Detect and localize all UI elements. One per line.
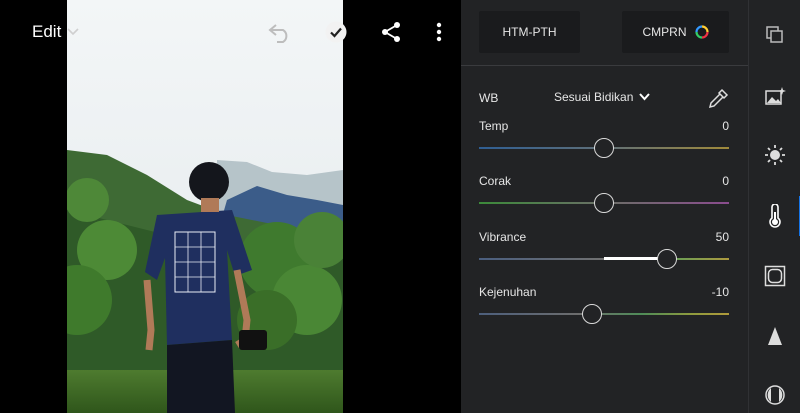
saturation-thumb[interactable] [581,304,602,324]
tint-thumb[interactable] [594,193,614,213]
chevron-down-icon [639,93,651,101]
effects-icon[interactable] [761,262,789,290]
vibrance-label: Vibrance [479,230,527,244]
vibrance-thumb[interactable] [656,249,677,269]
share-icon[interactable] [377,18,405,46]
undo-icon[interactable] [266,18,294,46]
wb-label: WB [479,91,499,105]
temp-label: Temp [479,119,509,133]
temp-slider[interactable]: Temp 0 [479,119,729,159]
saturation-value: -10 [711,285,729,299]
white-balance-row: WB Sesuai Bidikan [479,88,729,110]
enhance-photo-icon[interactable] [761,82,789,110]
saturation-track [479,313,729,315]
temp-value: 0 [722,119,729,133]
color-wheel-icon [694,25,709,39]
layers-icon[interactable] [761,21,789,49]
cmprn-label: CMPRN [642,25,687,39]
chevron-down-icon [67,28,79,36]
vibrance-slider[interactable]: Vibrance 50 [479,230,729,270]
panel-divider [461,65,748,66]
light-icon[interactable] [761,141,789,169]
wb-preset-value: Sesuai Bidikan [554,90,634,104]
tint-value: 0 [722,174,729,188]
more-icon[interactable] [425,18,453,46]
cmprn-button[interactable]: CMPRN [622,11,729,53]
vibrance-value: 50 [715,230,729,244]
detail-icon[interactable] [761,322,789,350]
saturation-slider[interactable]: Kejenuhan -10 [479,285,729,325]
edit-label: Edit [32,22,62,41]
tint-slider[interactable]: Corak 0 [479,174,729,214]
top-toolbar: Edit [0,0,461,64]
color-temperature-icon[interactable] [761,202,789,230]
wb-preset-dropdown[interactable]: Sesuai Bidikan [554,90,651,104]
temp-thumb[interactable] [594,138,614,158]
tool-rail [748,0,800,413]
adjustment-panel: HTM-PTH CMPRN WB Sesuai Bidikan Temp 0 C… [461,0,748,413]
tint-label: Corak [479,174,512,188]
optics-icon[interactable] [761,381,789,409]
saturation-label: Kejenuhan [479,285,537,299]
eyedropper-icon[interactable] [707,88,729,110]
check-icon[interactable] [322,18,350,46]
htm-pth-label: HTM-PTH [502,25,557,39]
htm-pth-button[interactable]: HTM-PTH [479,11,580,53]
edit-menu-button[interactable]: Edit [32,22,79,42]
